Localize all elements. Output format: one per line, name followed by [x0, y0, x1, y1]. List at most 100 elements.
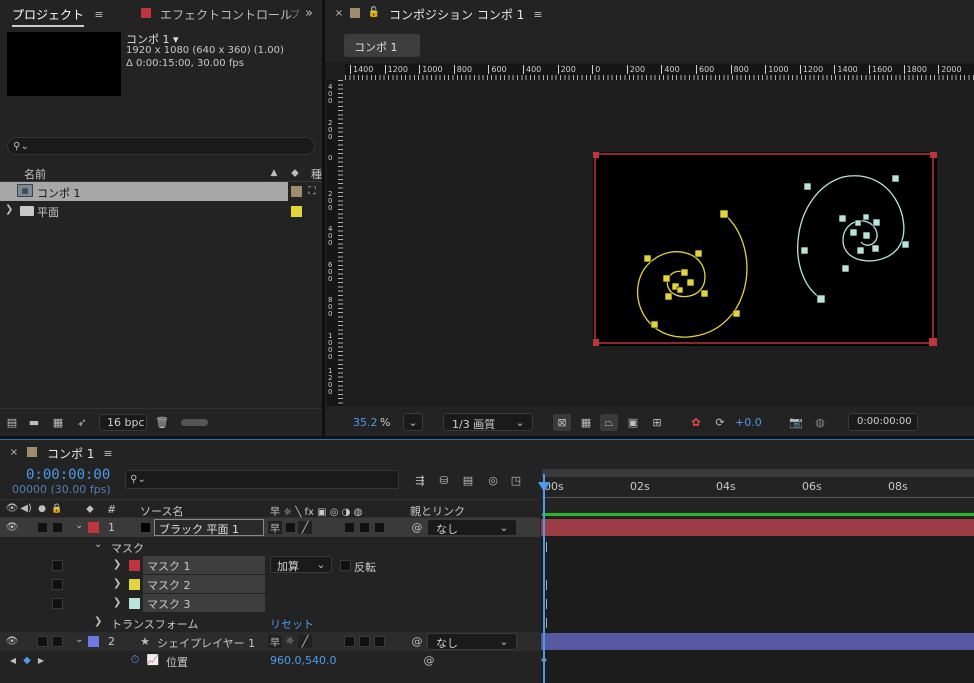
hamburger-menu-icon[interactable]: ≡ [101, 446, 115, 460]
mask-name-field[interactable]: マスク 3 [143, 594, 265, 612]
flowchart-icon[interactable]: ⛶ [305, 184, 319, 198]
stopwatch-icon[interactable]: ⏱ [128, 653, 142, 667]
snapshot-camera-icon[interactable]: 📷 [787, 414, 805, 431]
layer-label-color[interactable] [88, 636, 99, 647]
zoom-dropdown[interactable]: ⌄ [403, 413, 423, 431]
switch-motion-blur[interactable] [374, 522, 385, 533]
hamburger-menu-icon[interactable]: ≡ [92, 7, 106, 21]
eye-icon[interactable]: 👁 [6, 502, 19, 515]
show-snapshot-icon[interactable]: ◍ [811, 414, 829, 431]
solo-toggle[interactable] [52, 598, 63, 609]
render-icon[interactable]: ➶ [74, 415, 90, 429]
transform-reset-link[interactable]: リセット [270, 616, 314, 632]
sort-ascending-icon[interactable]: ▲ [268, 167, 280, 179]
grid-guides-icon[interactable]: ⊞ [648, 414, 666, 431]
mask-color[interactable] [129, 598, 140, 609]
chevron-right-icon[interactable]: ❯ [113, 578, 121, 589]
thumbnail-slider[interactable] [181, 419, 208, 426]
layer-label-color[interactable] [88, 522, 99, 533]
mask-row-3[interactable]: ❯ マスク 3 [0, 594, 540, 613]
mask-name-field[interactable]: マスク 2 [143, 575, 265, 593]
resolution-dropdown[interactable]: 1/3 画質 ⌄ [443, 413, 533, 431]
quality-slash-icon[interactable]: ╱ [298, 635, 312, 648]
playhead-handle[interactable] [538, 482, 550, 492]
hamburger-menu-icon[interactable]: ≡ [531, 7, 545, 21]
chevron-down-icon[interactable]: ⌄ [75, 634, 83, 645]
position-value[interactable]: 960.0,540.0 [270, 654, 336, 667]
lock-icon[interactable]: 🔒 [51, 502, 63, 515]
timeline-search-input[interactable]: ⚲⌄ [125, 470, 399, 489]
column-source-header[interactable]: ソース名 [140, 503, 183, 519]
fast-previews-icon[interactable]: ⊠ [553, 414, 571, 431]
project-search-input[interactable]: ⚲⌄ [7, 137, 315, 155]
new-composition-icon[interactable]: ▦ [50, 415, 66, 429]
graph-icon[interactable]: 📈 [146, 653, 160, 667]
switch-fx[interactable] [344, 522, 355, 533]
label-tag-icon[interactable]: ⬥ [84, 502, 96, 515]
layer-name[interactable]: シェイプレイヤー 1 [157, 635, 255, 651]
comp-mini-flowchart-icon[interactable]: ⇶ [411, 472, 429, 488]
track-area[interactable]: ◆ [541, 518, 974, 683]
layer-name-field[interactable]: ブラック 平面 1 [154, 519, 264, 536]
tab-effect-controls[interactable]: エフェクトコントロール [160, 6, 292, 23]
comp-viewer[interactable]: 1400 1200 1000 800 600 400 200 0 200 400 600 800 100… [325, 62, 974, 406]
panel-overflow-icon[interactable]: » [302, 6, 316, 21]
parent-dropdown[interactable]: なし ⌄ [427, 633, 517, 650]
channel-color-icon[interactable]: ✿ [687, 414, 705, 431]
close-tab-icon[interactable]: × [8, 446, 20, 458]
column-type-header[interactable]: 種 [311, 166, 322, 182]
chevron-right-icon[interactable]: ❯ [5, 204, 13, 215]
playhead[interactable] [543, 474, 545, 683]
project-item-comp[interactable]: ▦ コンポ 1 [0, 182, 288, 201]
layer-1-bar[interactable] [541, 519, 974, 536]
quality-slash-icon[interactable]: ╱ [298, 521, 312, 534]
mask-row-1[interactable]: ❯ マスク 1 加算 ⌄ 反転 [0, 556, 540, 575]
next-keyframe-icon[interactable]: ▶ [36, 654, 46, 667]
solo-icon[interactable]: ● [36, 502, 48, 515]
new-folder-icon[interactable]: ▬ [26, 415, 42, 429]
pick-whip-icon[interactable]: @ [410, 635, 424, 648]
quality-sun-icon[interactable]: ☼ [283, 635, 297, 648]
mask-mode-dropdown[interactable]: 加算 ⌄ [270, 556, 332, 573]
mask-color[interactable] [129, 579, 140, 590]
region-of-interest-icon[interactable]: ▣ [624, 414, 642, 431]
graph-editor-icon[interactable]: ◳ [507, 472, 525, 488]
close-tab-icon[interactable]: × [333, 7, 345, 19]
label-tag-icon[interactable]: ⬥ [289, 166, 301, 179]
pick-whip-icon[interactable]: @ [410, 521, 424, 534]
invert-checkbox[interactable] [340, 560, 351, 571]
eye-icon[interactable]: 👁 [6, 521, 19, 534]
motion-blur-icon[interactable]: ◎ [484, 472, 502, 488]
trash-icon[interactable]: 🗑 [154, 415, 170, 429]
interpret-footage-icon[interactable]: ▤ [4, 415, 20, 429]
mask-color[interactable] [129, 560, 140, 571]
parent-dropdown[interactable]: なし ⌄ [427, 519, 517, 536]
project-item-comp-label-color[interactable] [291, 186, 302, 197]
chevron-right-icon[interactable]: ❯ [113, 559, 121, 570]
layer-2-bar[interactable] [541, 633, 974, 650]
layer-row-1[interactable]: 👁 ⌄ 1 ブラック 平面 1 早 ╱ @ なし ⌄ [0, 518, 540, 537]
color-management-icon[interactable]: ⟳ [711, 414, 729, 431]
column-switches-header[interactable]: 早 ☼ ╲ fx ▣ ◎ ◑ ◍ [270, 503, 362, 518]
exposure-value[interactable]: +0.0 [735, 416, 762, 429]
switch-fx[interactable] [344, 636, 355, 647]
position-row[interactable]: ◀ ◆ ▶ ⏱ 📈 位置 960.0,540.0 @ [0, 651, 540, 670]
comp-breadcrumb-button[interactable]: コンポ 1 [344, 34, 420, 57]
shy-layers-icon[interactable]: ▤ [459, 472, 477, 488]
project-item-folder[interactable]: ❯ 平面 [0, 201, 322, 220]
solo-toggle[interactable] [37, 636, 48, 647]
mask-visibility-icon[interactable]: ⏢ [600, 414, 618, 431]
chevron-right-icon[interactable]: ❯ [94, 616, 102, 627]
viewer-timecode[interactable]: 0:00:00:00 [848, 413, 918, 431]
solo-toggle[interactable] [37, 522, 48, 533]
transparency-grid-icon[interactable]: ▦ [577, 414, 595, 431]
audio-icon[interactable]: ◀) [20, 502, 32, 515]
switch-quality[interactable] [285, 522, 296, 533]
time-ruler[interactable]: 00s02s04s06s08s10 [540, 469, 974, 518]
transform-row[interactable]: ❯ トランスフォーム リセット [0, 613, 540, 632]
expression-pick-whip-icon[interactable]: @ [422, 653, 436, 667]
lock-icon[interactable]: 🔓 [368, 6, 380, 19]
mask-name-field[interactable]: マスク 1 [143, 556, 265, 574]
timeline-timecode[interactable]: 0:00:00:00 [26, 467, 110, 483]
eye-icon[interactable]: 👁 [6, 635, 19, 648]
